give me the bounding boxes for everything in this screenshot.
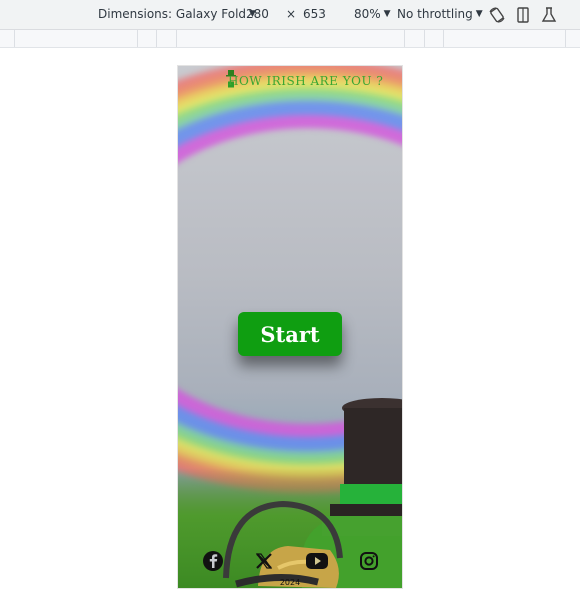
chevron-down-icon: ▼: [383, 9, 391, 19]
height-input[interactable]: 653: [303, 5, 347, 23]
times-sign: ×: [286, 7, 297, 21]
dimensions-label: Dimensions: Galaxy Fold: [98, 7, 247, 21]
media-query-ruler: [0, 30, 580, 48]
dimensions-dropdown[interactable]: Dimensions: Galaxy Fold ▼: [98, 7, 256, 21]
copyright-year: 2024: [279, 578, 301, 587]
rotate-icon[interactable]: [488, 6, 506, 24]
youtube-icon[interactable]: [302, 546, 332, 576]
devtools-toolbar: Dimensions: Galaxy Fold ▼ 280 × 653 80% …: [0, 0, 580, 30]
width-input[interactable]: 280: [246, 5, 290, 23]
throttling-label: No throttling: [397, 7, 473, 21]
instagram-icon[interactable]: [354, 546, 384, 576]
x-icon[interactable]: [249, 546, 279, 576]
facebook-icon[interactable]: [198, 546, 228, 576]
footer: 2024: [178, 544, 402, 588]
device-viewport: HOW IRISH ARE YOU ? Start 2024: [178, 66, 402, 588]
chevron-down-icon: ▼: [475, 9, 483, 19]
page-title: HOW IRISH ARE YOU ?: [228, 74, 384, 88]
sensors-icon[interactable]: [540, 6, 558, 24]
zoom-dropdown[interactable]: 80% ▼: [354, 7, 391, 21]
zoom-label: 80%: [354, 7, 381, 21]
throttling-dropdown[interactable]: No throttling ▼: [397, 7, 483, 21]
device-frame-icon[interactable]: [514, 6, 532, 24]
start-button[interactable]: Start: [238, 312, 342, 356]
